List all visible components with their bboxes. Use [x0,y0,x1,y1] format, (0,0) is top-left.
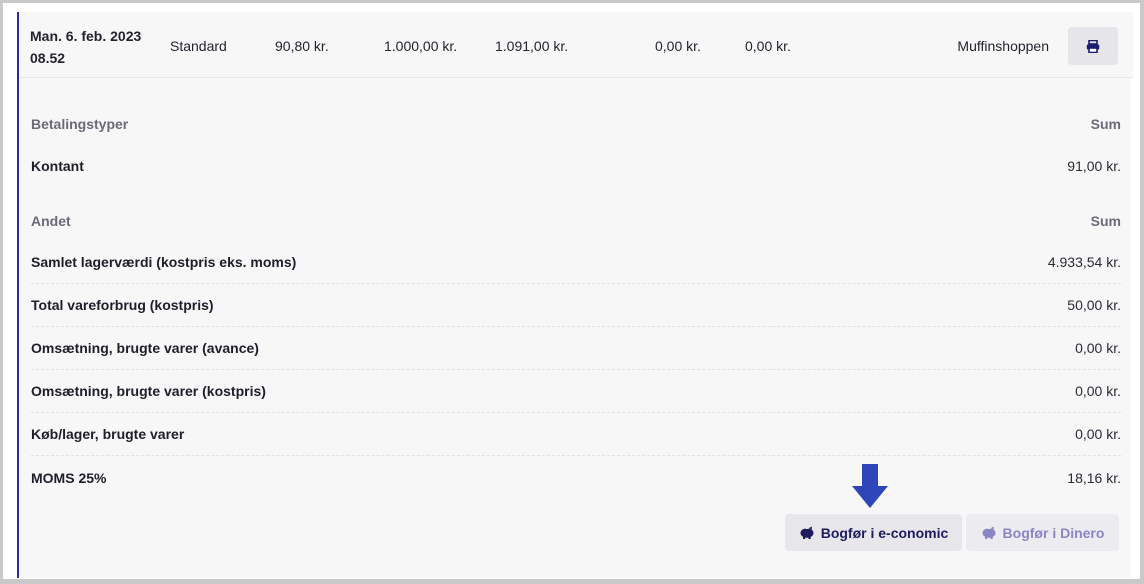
table-row: Køb/lager, brugte varer 0,00 kr. [31,413,1121,456]
row-value: 0,00 kr. [1075,383,1121,399]
arrow-down-icon [852,464,888,508]
row-label: MOMS 25% [31,469,107,486]
row-label: Total vareforbrug (kostpris) [31,297,214,313]
table-row: Total vareforbrug (kostpris) 50,00 kr. [31,284,1121,327]
report-date-time: 08.52 [30,50,66,66]
window-frame: Man. 6. feb. 2023 08.52 Standard 90,80 k… [3,3,1140,579]
row-label: Samlet lagerværdi (kostpris eks. moms) [31,254,297,270]
payment-types-header: Betalingstyper Sum [31,104,1121,144]
table-row: Samlet lagerværdi (kostpris eks. moms) 4… [31,241,1121,284]
row-value: 18,16 kr. [1067,469,1121,486]
report-value-d: 0,00 kr. [655,38,701,54]
report-date-day: Man. 6. feb. 2023 [30,28,142,44]
report-type: Standard [170,38,227,54]
other-title: Andet [31,213,71,229]
row-label: Kontant [31,157,84,174]
report-value-c: 1.091,00 kr. [495,38,569,54]
piggy-bank-icon [800,526,814,539]
row-label: Omsætning, brugte varer (avance) [31,340,259,356]
payment-types-title: Betalingstyper [31,116,129,132]
row-label: Køb/lager, brugte varer [31,426,185,442]
table-row: Omsætning, brugte varer (avance) 0,00 kr… [31,327,1121,370]
report-value-b: 1.000,00 kr. [384,38,458,54]
table-row: Kontant 91,00 kr. [31,144,1121,187]
payment-types-sum-label: Sum [1090,116,1121,132]
report-value-e: 0,00 kr. [745,38,791,54]
print-button[interactable] [1068,27,1118,65]
table-row: MOMS 25% 18,16 kr. [31,456,1121,499]
report-summary-row[interactable]: Man. 6. feb. 2023 08.52 Standard 90,80 k… [19,12,1133,78]
other-section: Andet Sum Samlet lagerværdi (kostpris ek… [31,201,1121,499]
report-date: Man. 6. feb. 2023 08.52 [30,25,141,69]
payment-types-section: Betalingstyper Sum Kontant 91,00 kr. [31,104,1121,187]
post-to-economic-label: Bogfør i e-conomic [820,524,949,541]
post-to-dinero-button[interactable]: Bogfør i Dinero [966,514,1119,551]
row-value: 50,00 kr. [1067,297,1121,313]
row-label: Omsætning, brugte varer (kostpris) [31,383,266,399]
other-header: Andet Sum [31,201,1121,241]
row-value: 0,00 kr. [1075,340,1121,356]
post-to-economic-button[interactable]: Bogfør i e-conomic [785,514,962,551]
table-row: Omsætning, brugte varer (kostpris) 0,00 … [31,370,1121,413]
other-sum-label: Sum [1090,213,1121,229]
shop-name: Muffinshoppen [957,38,1049,54]
row-value: 91,00 kr. [1067,157,1121,174]
piggy-bank-icon [982,526,996,539]
printer-icon [1086,39,1100,53]
row-value: 0,00 kr. [1075,426,1121,442]
report-value-a: 90,80 kr. [275,38,329,54]
row-value: 4.933,54 kr. [1047,254,1121,270]
post-to-dinero-label: Bogfør i Dinero [1002,524,1105,541]
sales-report-panel: Man. 6. feb. 2023 08.52 Standard 90,80 k… [17,12,1133,578]
